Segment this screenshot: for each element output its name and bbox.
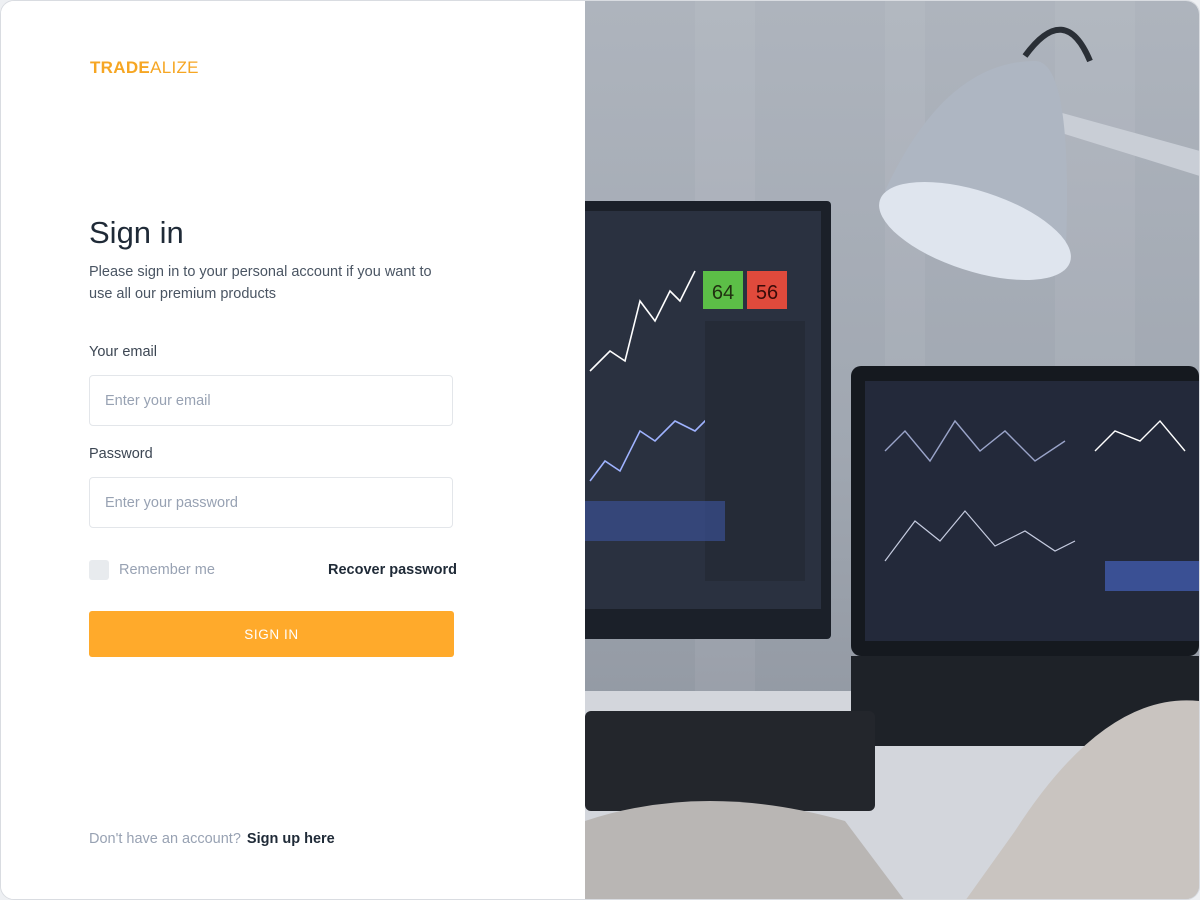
password-field[interactable] [89, 477, 453, 528]
monitor-left: 64 56 [585, 201, 831, 639]
badge-red-text: 56 [756, 282, 778, 304]
app-window: TRADEALIZE Sign in Please sign in to you… [0, 0, 1200, 900]
signin-panel: TRADEALIZE Sign in Please sign in to you… [1, 1, 585, 899]
page-subtitle: Please sign in to your personal account … [89, 264, 432, 302]
brand-logo-part-1: TRADE [90, 58, 151, 77]
keyboard [585, 711, 875, 811]
page-title: Sign in [89, 215, 184, 250]
sign-up-link[interactable]: Sign up here [247, 831, 335, 847]
signup-prompt: Don't have an account? Sign up here [89, 831, 335, 847]
desk-lamp [879, 26, 1199, 281]
laptop [851, 366, 1199, 746]
trading-desk-illustration: 64 56 [585, 26, 1199, 899]
email-field[interactable] [89, 375, 453, 426]
hero-image: 64 56 [585, 1, 1199, 899]
sign-in-button[interactable]: SIGN IN [89, 611, 454, 657]
brand-logo: TRADEALIZE [90, 58, 199, 78]
badge-green-text: 64 [712, 282, 734, 304]
email-label: Your email [89, 344, 157, 360]
brand-logo-part-2: ALIZE [150, 58, 199, 77]
remember-me-label: Remember me [119, 562, 215, 578]
remember-me-checkbox[interactable] [89, 560, 109, 580]
signup-prompt-text: Don't have an account? [89, 831, 241, 847]
password-label: Password [89, 446, 153, 462]
recover-password-link[interactable]: Recover password [328, 562, 457, 578]
